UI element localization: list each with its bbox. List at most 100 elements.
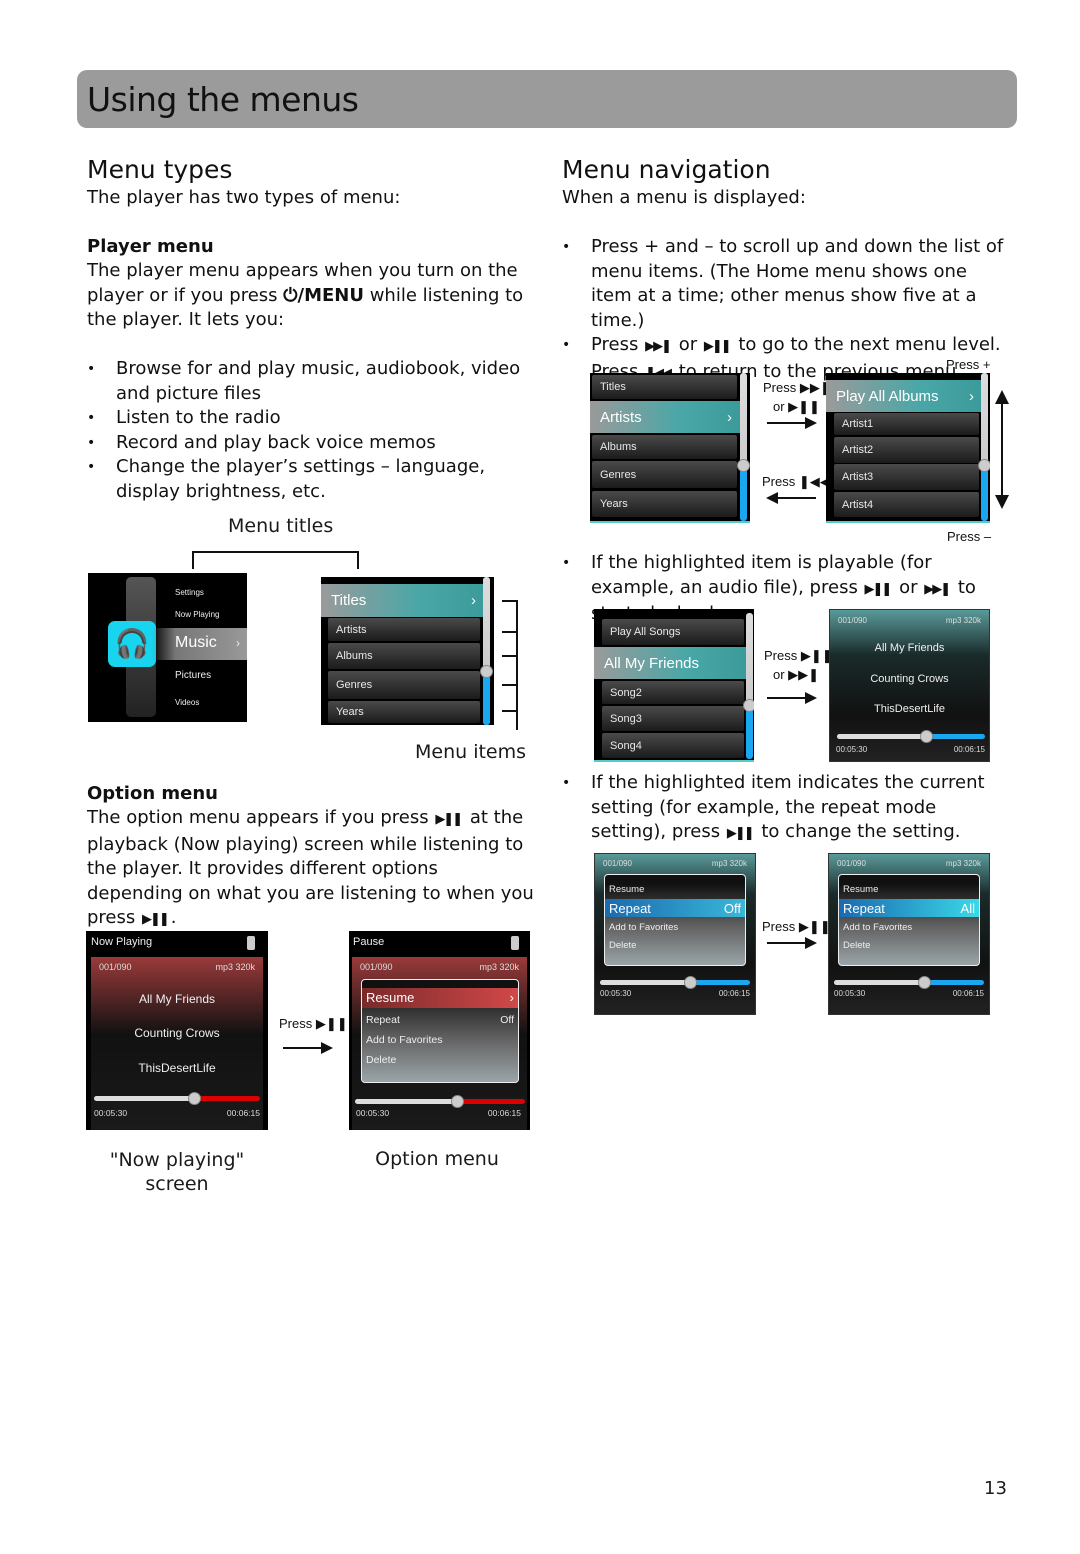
option-item[interactable]: Resume — [609, 884, 741, 895]
or-next-label: or ▶▶❚ — [773, 667, 820, 682]
press-next-label: Press ▶▶❚ — [763, 380, 831, 395]
now-playing-caption: "Now playing" screen — [86, 1148, 268, 1196]
bracket — [192, 551, 359, 553]
caption-line: screen — [145, 1173, 209, 1195]
bullet-item: Record and play back voice memos — [87, 431, 542, 456]
option-list: Resume Repeat Off Add to Favorites Delete — [604, 874, 746, 966]
option-item[interactable]: Resume — [843, 884, 975, 895]
label: Repeat — [843, 901, 885, 916]
artist-name: Counting Crows — [134, 1026, 220, 1040]
home-menu-screen: 🎧 Settings Now Playing Music › Pictures … — [88, 573, 247, 722]
text: The option menu appears if you press — [87, 807, 435, 828]
menu-item: Play All Songs — [602, 619, 744, 645]
press-play-label: Press ▶❚❚ — [764, 648, 833, 663]
selection-bar — [88, 628, 247, 660]
repeat-off-screen: 001/090 mp3 320k Resume Repeat Off Add to … — [594, 853, 756, 1015]
press-previous-label: Press ❚◀◀ — [762, 474, 830, 489]
player-menu-bullets: Browse for and play music, audiobook, vi… — [87, 357, 542, 504]
option-item[interactable]: Repeat Off — [366, 1014, 514, 1026]
chevron-right-icon: › — [509, 990, 514, 1005]
play-pause-icon: ▶❚❚ — [726, 826, 755, 841]
format: mp3 320k — [711, 859, 747, 868]
option-item[interactable]: Add to Favorites — [366, 1034, 514, 1046]
track-info: 001/090 mp3 320k — [829, 856, 989, 874]
play-pause-icon: ▶❚❚ — [703, 339, 732, 354]
artist-name: Counting Crows — [870, 673, 949, 685]
option-item-selected[interactable]: Repeat All — [843, 901, 975, 916]
track-number: 001/090 — [603, 859, 632, 868]
bullet-item: Browse for and play music, audiobook, vi… — [87, 357, 542, 406]
selected-menu-item: All My Friends — [594, 647, 746, 679]
label: Repeat — [366, 1014, 400, 1026]
play-pause-icon: ▶❚❚ — [141, 912, 170, 927]
selected-menu-title: Titles › — [321, 584, 484, 617]
screen-header: Now Playing — [91, 936, 153, 948]
selected-menu-item: Artists › — [590, 401, 740, 433]
play-pause-icon: ▶❚❚ — [435, 812, 463, 827]
progress-knob — [919, 730, 933, 743]
elapsed-time: 00:05:30 — [600, 989, 632, 998]
arrow-left-icon — [766, 492, 816, 504]
scroll-knob — [480, 665, 493, 678]
option-item-selected[interactable]: Resume › — [366, 990, 514, 1005]
press-play-label: Press ▶❚❚ — [279, 1016, 348, 1031]
option-item[interactable]: Add to Favorites — [609, 922, 741, 933]
or-play-label: or ▶❚❚ — [773, 399, 820, 414]
arrow-right-icon — [767, 937, 817, 949]
selected-menu-item: Play All Albums › — [826, 380, 982, 412]
menu-item: Artist3 — [834, 464, 979, 490]
now-playing-screen: Now Playing 001/090 mp3 320k All My Frien… — [86, 931, 268, 1130]
track-number: 001/090 — [837, 859, 866, 868]
menu-item: Years — [328, 701, 480, 723]
chevron-right-icon: › — [727, 408, 732, 426]
progress-fill — [94, 1096, 194, 1101]
track-number: 001/090 — [99, 962, 132, 972]
songs-menu-screen: Play All Songs All My Friends Song2 Song… — [594, 609, 754, 762]
elapsed-time: 00:05:30 — [356, 1108, 390, 1118]
progress-knob — [451, 1095, 464, 1108]
option-item[interactable]: Delete — [843, 940, 975, 951]
option-menu-heading: Option menu — [87, 783, 219, 804]
text: or — [893, 576, 924, 598]
album-name: ThisDesertLife — [138, 1061, 216, 1075]
label: Play All Albums — [836, 387, 939, 405]
bullet-item: Change the player’s settings – language,… — [87, 455, 542, 504]
scrollbar — [740, 373, 747, 521]
text: to change the setting. — [755, 821, 961, 842]
text: . — [170, 907, 177, 928]
repeat-value: All — [960, 901, 975, 916]
menu-items-label: Menu items — [415, 741, 527, 763]
label: Artists — [600, 408, 642, 426]
press-play-label: Press ▶❚❚ — [762, 919, 831, 934]
option-item[interactable]: Add to Favorites — [843, 922, 975, 933]
progress-knob — [187, 1092, 201, 1105]
option-item[interactable]: Delete — [366, 1054, 514, 1066]
battery-icon — [247, 936, 255, 950]
albums-menu-screen: Play All Albums › Artist1 Artist2 Artist3… — [826, 373, 990, 523]
home-item: Now Playing — [175, 610, 220, 619]
menu-item: Genres — [328, 671, 480, 699]
option-menu-screen: Pause 001/090 mp3 320k Resume › Repeat Off … — [349, 931, 530, 1130]
home-item-selected: Music — [175, 634, 217, 651]
titles-menu-screen: Titles › Artists Albums Genres Years — [321, 577, 494, 725]
bracket — [357, 551, 359, 569]
scroll-knob — [978, 459, 990, 472]
label: All My Friends — [604, 654, 700, 672]
total-time: 00:06:15 — [718, 989, 750, 998]
arrow-up-icon — [995, 390, 1009, 404]
bracket — [502, 631, 517, 633]
elapsed-time: 00:05:30 — [94, 1108, 128, 1118]
label: Resume — [366, 990, 415, 1005]
elapsed-time: 00:05:30 — [834, 989, 866, 998]
press-plus-label: Press + — [946, 357, 991, 372]
album-name: ThisDesertLife — [874, 703, 945, 715]
option-item-selected[interactable]: Repeat Off — [609, 901, 741, 916]
screen-header: Pause — [353, 936, 385, 948]
progress-knob — [918, 976, 931, 989]
menu-titles-label: Menu titles — [228, 515, 334, 537]
option-item[interactable]: Delete — [609, 940, 741, 951]
menu-item: Genres — [592, 461, 737, 488]
bracket — [502, 600, 517, 602]
menu-item: Song4 — [602, 733, 744, 758]
label: Add to Favorites — [366, 1034, 443, 1046]
